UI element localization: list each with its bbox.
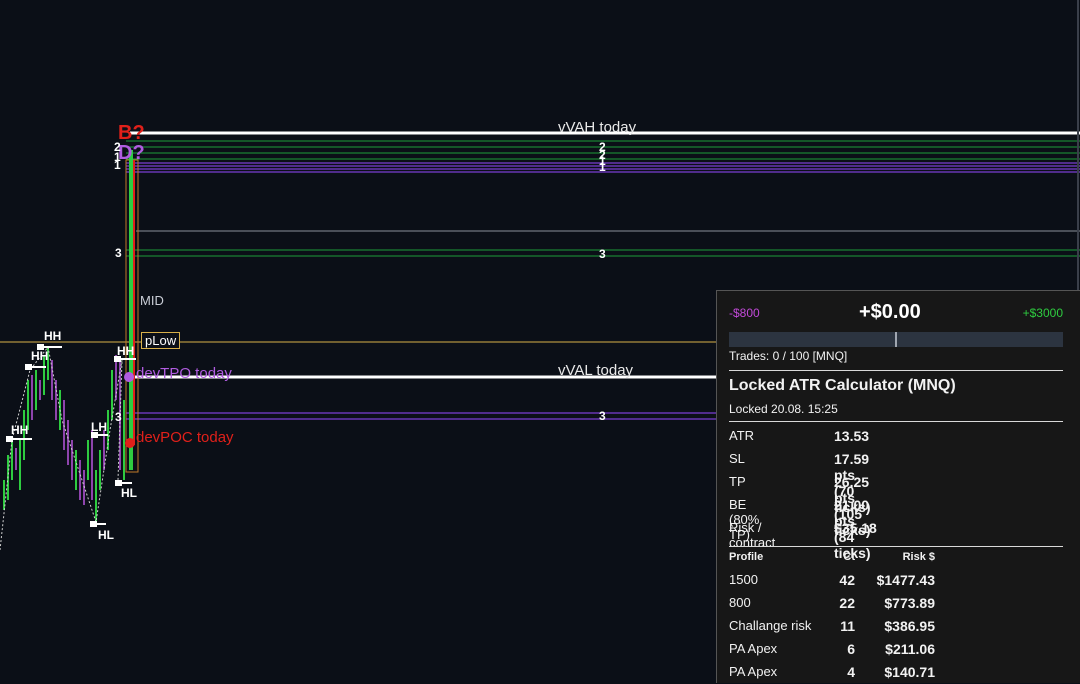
cell-ct: 22 (839, 595, 855, 611)
poc-label: devPOC today (136, 429, 234, 446)
panel-title: Locked ATR Calculator (MNQ) (729, 377, 956, 394)
cell-profile: PA Apex (729, 641, 778, 656)
col-ct: Ct (843, 551, 855, 563)
level-number: 3 (115, 410, 122, 424)
table-row: Challange risk 11 $386.95 (729, 618, 1063, 638)
cell-ct: 11 (840, 618, 855, 634)
stat-label: SL (729, 451, 745, 466)
cell-risk: $386.95 (884, 618, 935, 634)
cell-profile: Challange risk (729, 618, 812, 633)
divider (729, 421, 1063, 422)
swing-label-hl: HL (121, 486, 137, 500)
swing-label-hh: HH (44, 329, 62, 343)
cell-profile: 1500 (729, 572, 758, 587)
d-marker: D? (118, 142, 145, 164)
stat-value: $35.18 (834, 520, 877, 536)
poc-dot (125, 438, 135, 448)
swing-label-hh: HH (31, 349, 49, 363)
swing-label-hh: HH (117, 344, 135, 358)
divider (729, 370, 1063, 371)
col-risk: Risk $ (902, 551, 935, 563)
table-header: Profile Ct Risk $ (729, 551, 1063, 571)
cell-profile: 800 (729, 595, 751, 610)
val-label: vVAL today (558, 362, 634, 379)
divider (729, 546, 1063, 547)
cell-risk: $211.06 (885, 641, 935, 657)
stat-label: TP (729, 474, 746, 489)
level-number: 3 (115, 246, 122, 260)
level-number: 3 (599, 409, 606, 423)
locked-timestamp: Locked 20.08. 15:25 (729, 402, 838, 416)
stat-label: ATR (729, 428, 755, 443)
level-number: 1 (114, 158, 121, 172)
swing-label-lh: LH (91, 420, 107, 434)
pnl-min: -$800 (729, 306, 760, 320)
cell-risk: $1477.43 (876, 572, 935, 588)
table-row: 800 22 $773.89 (729, 595, 1063, 615)
level-number: 1 (599, 160, 606, 174)
col-profile: Profile (729, 551, 764, 563)
table-row: PA Apex 4 $140.71 (729, 664, 1063, 684)
pnl-header: -$800 +$0.00 +$3000 (729, 301, 1063, 325)
stat-value: 13.53 (834, 428, 870, 444)
pnl-value: +$0.00 (859, 301, 921, 323)
cell-ct: 4 (847, 664, 855, 680)
trades-count: Trades: 0 / 100 [MNQ] (729, 349, 848, 363)
pnl-progress-bar (729, 332, 1063, 347)
cell-ct: 42 (839, 572, 855, 588)
cell-risk: $773.89 (884, 595, 935, 611)
cell-risk: $140.71 (884, 664, 935, 680)
table-row: 1500 42 $1477.43 (729, 572, 1063, 592)
cell-profile: PA Apex (729, 664, 778, 679)
tpo-label: devTPO today (136, 365, 232, 382)
swing-label-hl: HL (98, 528, 114, 542)
cell-ct: 6 (847, 641, 855, 657)
atr-calculator-panel[interactable]: -$800 +$0.00 +$3000 Trades: 0 / 100 [MNQ… (716, 290, 1080, 683)
pnl-progress-marker (895, 332, 897, 347)
tpo-dot (124, 372, 134, 382)
mid-label: MID (140, 293, 164, 308)
swing-label-hh: HH (11, 423, 29, 437)
level-number: 3 (599, 247, 606, 261)
plow-label: pLow (141, 332, 181, 349)
table-row: PA Apex 6 $211.06 (729, 641, 1063, 661)
pnl-max: +$3000 (1022, 306, 1063, 320)
vah-label: vVAH today (558, 119, 637, 136)
